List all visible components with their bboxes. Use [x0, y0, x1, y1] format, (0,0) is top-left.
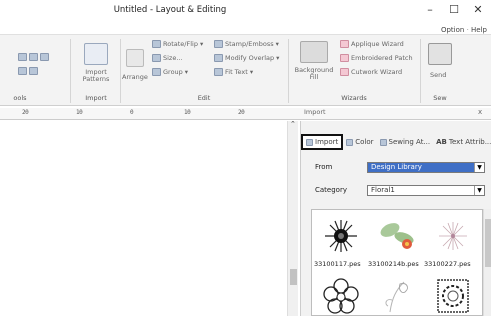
zoom-fit-icon[interactable]	[40, 53, 49, 61]
wreath-icon	[437, 279, 469, 313]
applique-wizard-button[interactable]: Applique Wizard	[340, 40, 404, 48]
background-fill-icon[interactable]	[300, 41, 328, 63]
tab-import[interactable]: Import	[301, 134, 344, 150]
design-canvas[interactable]	[0, 121, 286, 316]
pattern-thumbnail[interactable]	[430, 216, 476, 260]
pattern-thumbnail[interactable]	[430, 276, 476, 320]
close-button[interactable]: ✕	[468, 3, 488, 16]
pattern-filename: 33100214b.pes	[368, 260, 419, 268]
pattern-grid: 33100117.pes 33100214b.pes 33100227.pes	[311, 209, 483, 316]
category-label: Category	[315, 186, 347, 194]
chevron-down-icon[interactable]: ▼	[474, 163, 484, 172]
select-tools[interactable]	[18, 67, 38, 75]
canvas-scrollbar[interactable]: ⌃	[287, 120, 298, 316]
category-select[interactable]: Floral1 ▼	[367, 185, 485, 196]
pan-icon[interactable]	[29, 67, 38, 75]
ruler-tick: 10	[184, 109, 191, 116]
tab-text-attributes[interactable]: AB Text Attrib...	[433, 134, 491, 150]
send-button[interactable]: Send	[430, 71, 446, 79]
arrange-button[interactable]: Arrange	[122, 73, 148, 81]
title-bar: Untitled - Layout & Editing – ☐ ✕ Option…	[0, 0, 491, 34]
tab-sewing-attributes[interactable]: Sewing At...	[377, 134, 434, 150]
size-icon	[152, 54, 161, 62]
pattern-thumbnail[interactable]	[318, 276, 364, 320]
panel-title: Import	[304, 108, 326, 116]
from-select[interactable]: Design Library ▼	[367, 162, 485, 173]
horizontal-ruler: 20 10 0 10 20 Import x	[0, 108, 491, 120]
fit-text-icon	[214, 68, 223, 76]
group-icon	[152, 68, 161, 76]
import-patterns-icon[interactable]	[84, 43, 108, 65]
size-button[interactable]: Size...	[152, 54, 183, 62]
scrollbar-thumb[interactable]	[290, 269, 297, 285]
cutwork-icon	[340, 68, 349, 76]
pattern-thumbnail[interactable]	[374, 216, 420, 260]
color-icon	[346, 138, 354, 146]
scrollbar-thumb[interactable]	[485, 219, 491, 267]
outline-flower-icon	[323, 278, 359, 314]
group-button[interactable]: Group ▾	[152, 68, 188, 76]
chevron-down-icon[interactable]: ▼	[474, 186, 484, 195]
separator	[70, 39, 71, 103]
rotate-icon	[152, 40, 161, 48]
arrange-icon[interactable]	[126, 49, 144, 67]
sunflower-icon	[325, 220, 357, 252]
background-fill-button[interactable]: Background Fill	[292, 67, 336, 81]
scroll-up-icon[interactable]: ⌃	[290, 120, 296, 128]
zoom-out-icon[interactable]	[29, 53, 38, 61]
ruler-tick: 20	[22, 109, 29, 116]
embroidered-patch-button[interactable]: Embroidered Patch	[340, 54, 413, 62]
import-panel: Import Color Sewing At... AB Text Attrib…	[300, 121, 491, 316]
tab-color[interactable]: Color	[343, 134, 376, 150]
import-icon	[306, 138, 313, 146]
stamp-icon	[214, 40, 223, 48]
group-label-sew: Sew	[433, 94, 447, 102]
sewing-icon	[379, 138, 387, 146]
bud-sketch-icon	[385, 281, 408, 313]
pattern-grid-scrollbar[interactable]	[483, 209, 491, 316]
text-attrib-icon: AB	[436, 138, 447, 146]
fit-text-button[interactable]: Fit Text ▾	[214, 68, 253, 76]
pattern-thumbnail[interactable]	[374, 276, 420, 320]
separator-dot: ·	[466, 26, 469, 34]
menu-bar: Option · Help	[441, 26, 487, 34]
group-label-tools: ools	[13, 94, 27, 102]
pattern-filename: 33100227.pes	[424, 260, 471, 268]
zoom-controls[interactable]	[18, 53, 49, 61]
import-patterns-button[interactable]: Import Patterns	[76, 69, 116, 83]
ribbon: ools Import Patterns Import Arrange Rota…	[0, 34, 491, 106]
window-title: Untitled - Layout & Editing	[113, 5, 227, 15]
rotate-flip-button[interactable]: Rotate/Flip ▾	[152, 40, 203, 48]
group-label-wizards: Wizards	[341, 94, 367, 102]
rotate-view-icon[interactable]	[18, 67, 27, 75]
patch-icon	[340, 54, 349, 62]
group-label-import: Import	[85, 94, 107, 102]
panel-tabs: Import Color Sewing At... AB Text Attrib…	[301, 133, 491, 151]
cutwork-wizard-button[interactable]: Cutwork Wizard	[340, 68, 402, 76]
help-menu[interactable]: Help	[471, 26, 487, 34]
panel-close-button[interactable]: x	[478, 108, 482, 116]
stamp-emboss-button[interactable]: Stamp/Emboss ▾	[214, 40, 279, 48]
ruler-tick: 20	[238, 109, 245, 116]
modify-overlap-button[interactable]: Modify Overlap ▾	[214, 54, 279, 62]
maximize-button[interactable]: ☐	[444, 3, 464, 16]
send-icon[interactable]	[428, 43, 452, 65]
pattern-thumbnail[interactable]	[318, 216, 364, 260]
minimize-button[interactable]: –	[420, 3, 440, 16]
from-label: From	[315, 163, 333, 171]
overlap-icon	[214, 54, 223, 62]
starburst-flower-icon	[439, 222, 467, 250]
heart-icon	[340, 40, 349, 48]
zoom-in-icon[interactable]	[18, 53, 27, 61]
leaf-flower-icon	[380, 223, 414, 249]
ruler-tick: 0	[130, 109, 134, 116]
option-menu[interactable]: Option	[441, 26, 464, 34]
ruler-tick: 10	[76, 109, 83, 116]
pattern-filename: 33100117.pes	[314, 260, 361, 268]
group-label-edit: Edit	[197, 94, 211, 102]
